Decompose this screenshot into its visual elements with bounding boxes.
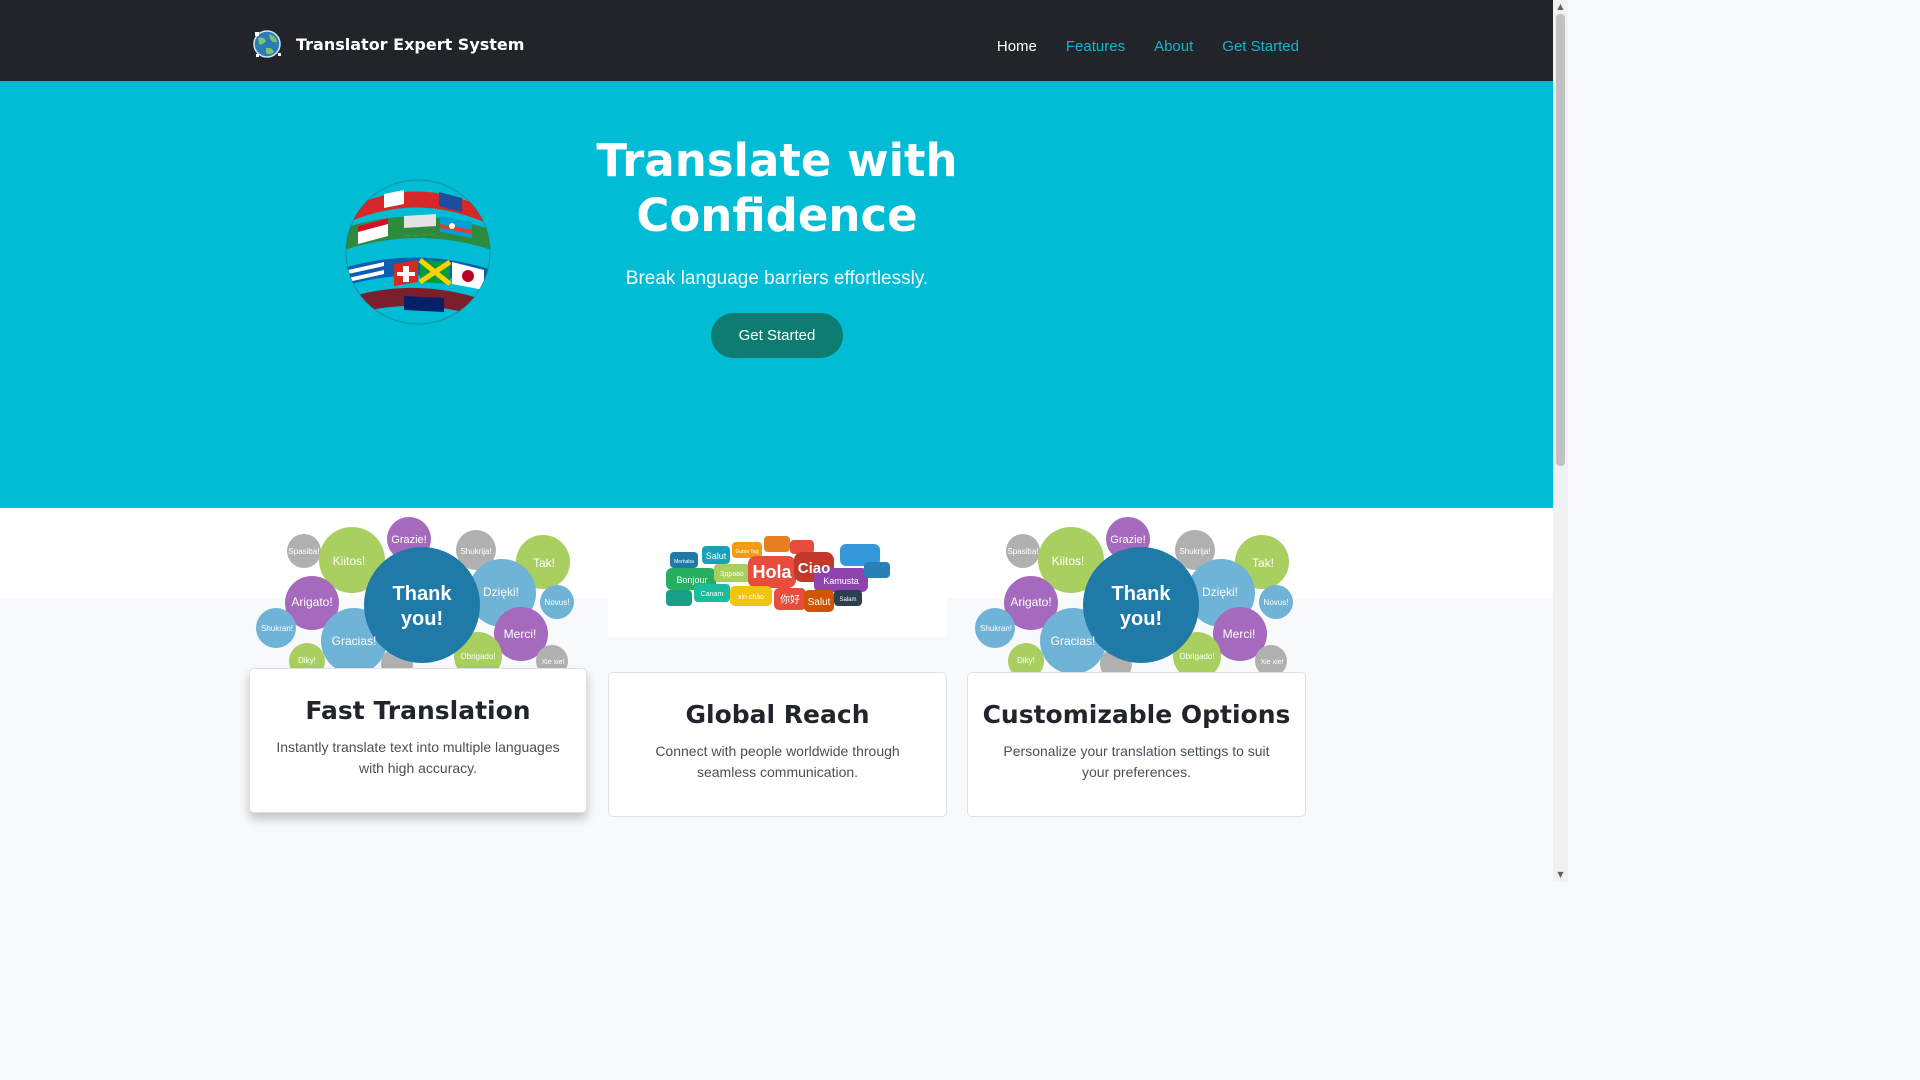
thank-you-bubbles-image: Thank you! Spasiba! Kiitos! Grazie! Shuk… — [256, 517, 574, 668]
bubble-center-line1: Thank — [393, 583, 453, 605]
global-reach-image-frame: Merhaba Salut Guten Tag Bonjour Здраво H… — [608, 508, 947, 637]
bubble-label: Xie xie! — [1261, 659, 1284, 666]
bubble-label: Gracias! — [332, 634, 377, 648]
card-text: Connect with people worldwide through se… — [655, 743, 900, 780]
bubble-label: Grazie! — [391, 534, 426, 546]
bubble-label: Dzięki! — [1202, 585, 1238, 599]
bubble-label: Guten Tag — [736, 549, 759, 555]
card-title: Global Reach — [685, 700, 870, 729]
flag-globe-icon — [345, 179, 491, 325]
hero-title: Translate with Confidence — [596, 134, 958, 242]
bubble-label: Shukrija! — [1179, 547, 1210, 556]
bubble-label: Merci! — [1223, 627, 1256, 641]
bubble-label: Hola — [752, 562, 792, 582]
page-scrollbar[interactable]: ▲ ▼ — [1553, 0, 1568, 882]
card-text: Personalize your translation settings to… — [1003, 743, 1270, 780]
feature-card-global-reach: Global Reach Connect with people worldwi… — [608, 672, 947, 817]
bubble-label: Merci! — [504, 627, 537, 641]
bubble-label: Bonjour — [676, 575, 707, 585]
bubble-label: Ciao — [798, 560, 831, 577]
bubble-label: Obrigado! — [1179, 652, 1214, 661]
bubble-label: Salam — [839, 597, 856, 603]
bubble-label: Arigato! — [1010, 595, 1051, 609]
top-navbar: Translator Expert System Home Features A… — [0, 0, 1553, 81]
bubble-label: Shukrija! — [460, 547, 491, 556]
hero-subtitle: Break language barriers effortlessly. — [625, 268, 929, 289]
nav-links: Home Features About Get Started — [968, 38, 1299, 55]
bubble-label: Tak! — [1252, 556, 1274, 570]
hello-speech-bubbles-image: Merhaba Salut Guten Tag Bonjour Здраво H… — [666, 536, 890, 612]
card-title: Customizable Options — [982, 700, 1291, 729]
nav-about[interactable]: About — [1154, 38, 1193, 55]
bubble-label: Dzięki! — [483, 585, 519, 599]
bubble-label: Diky! — [1017, 656, 1035, 665]
nav-home[interactable]: Home — [997, 38, 1037, 55]
bubble-label: 你好 — [780, 593, 800, 606]
bubble-label: Grazie! — [1110, 534, 1145, 546]
card-title: Fast Translation — [305, 696, 531, 725]
bubble-label: Salut — [706, 551, 727, 561]
feature-card-customizable-options: Customizable Options Personalize your tr… — [967, 672, 1306, 817]
bubble-label: Shukran! — [980, 624, 1012, 633]
bubble-label: Merhaba — [674, 559, 694, 565]
bubble-label: Canam — [701, 591, 724, 598]
bubble-label: Novus! — [545, 598, 570, 607]
feature-card-fast-translation: Fast Translation Instantly translate tex… — [249, 668, 587, 813]
globe-logo-icon — [253, 30, 281, 58]
thank-you-bubbles-image: Thank you! Spasiba! Kiitos! Grazie! Shuk… — [975, 517, 1293, 672]
nav-features[interactable]: Features — [1066, 38, 1125, 55]
bubble-label: Spasiba! — [1007, 547, 1038, 556]
scroll-thumb[interactable] — [1556, 14, 1565, 466]
bubble-center-line2: you! — [401, 608, 443, 630]
bubble-label: Gracias! — [1051, 634, 1096, 648]
card-text: Instantly translate text into multiple l… — [276, 739, 560, 776]
scroll-up-icon[interactable]: ▲ — [1553, 0, 1568, 14]
bubble-label: xin chào — [738, 594, 764, 601]
brand-name: Translator Expert System — [296, 34, 525, 54]
hero-get-started-button[interactable]: Get Started — [711, 313, 843, 358]
bubble-label: Kiitos! — [333, 554, 366, 568]
bubble-center-line2: you! — [1120, 608, 1162, 630]
bubble-label: Kiitos! — [1052, 554, 1085, 568]
bubble-label: Kamusta — [823, 576, 859, 586]
bubble-label: Shukran! — [261, 624, 293, 633]
bubble-label: Xie xie! — [542, 659, 565, 666]
bubble-label: Salut — [808, 597, 831, 608]
bubble-label: Diky! — [298, 656, 316, 665]
bubble-label: Tak! — [533, 556, 555, 570]
bubble-label: Novus! — [1264, 598, 1289, 607]
brand[interactable]: Translator Expert System — [252, 28, 524, 60]
bubble-label: Spasiba! — [288, 547, 319, 556]
bubble-center-line1: Thank — [1112, 583, 1172, 605]
hero-section: Translate with Confidence Break language… — [0, 81, 1553, 508]
bubble-label: Obrigado! — [460, 652, 495, 661]
nav-get-started[interactable]: Get Started — [1222, 38, 1299, 55]
bubble-label: Arigato! — [291, 595, 332, 609]
scroll-down-icon[interactable]: ▼ — [1553, 868, 1568, 882]
bubble-label: Здраво — [720, 571, 744, 578]
